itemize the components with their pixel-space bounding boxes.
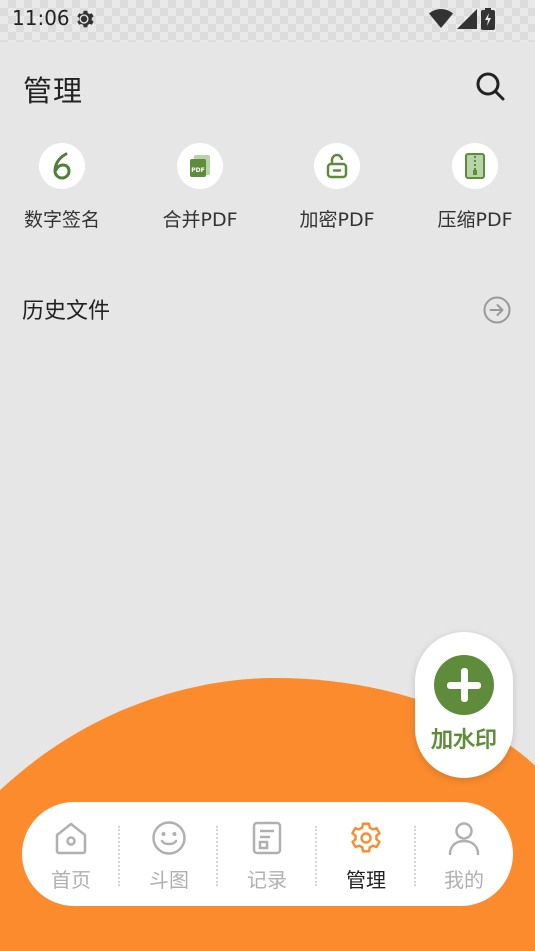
document-icon [252, 821, 282, 855]
smiley-icon [152, 821, 186, 855]
tab-label: 管理 [346, 868, 386, 892]
gear-icon [351, 822, 381, 853]
plus-icon [434, 655, 494, 715]
home-icon [55, 822, 87, 855]
bottom-tab-bar: 首页 斗图 记录 管理 我的 [22, 802, 513, 906]
tab-home[interactable]: 首页 [22, 820, 120, 893]
add-watermark-label: 加水印 [430, 728, 497, 753]
tab-label: 首页 [51, 868, 91, 892]
tab-manage[interactable]: 管理 [317, 820, 415, 893]
tab-mine[interactable]: 我的 [415, 820, 513, 893]
tab-label: 记录 [247, 868, 287, 892]
user-icon [448, 822, 480, 856]
tab-records[interactable]: 记录 [218, 820, 316, 893]
tab-meme[interactable]: 斗图 [120, 820, 218, 893]
tab-label: 斗图 [149, 868, 189, 892]
add-watermark-button[interactable]: 加水印 [415, 632, 513, 778]
tab-label: 我的 [444, 868, 484, 892]
